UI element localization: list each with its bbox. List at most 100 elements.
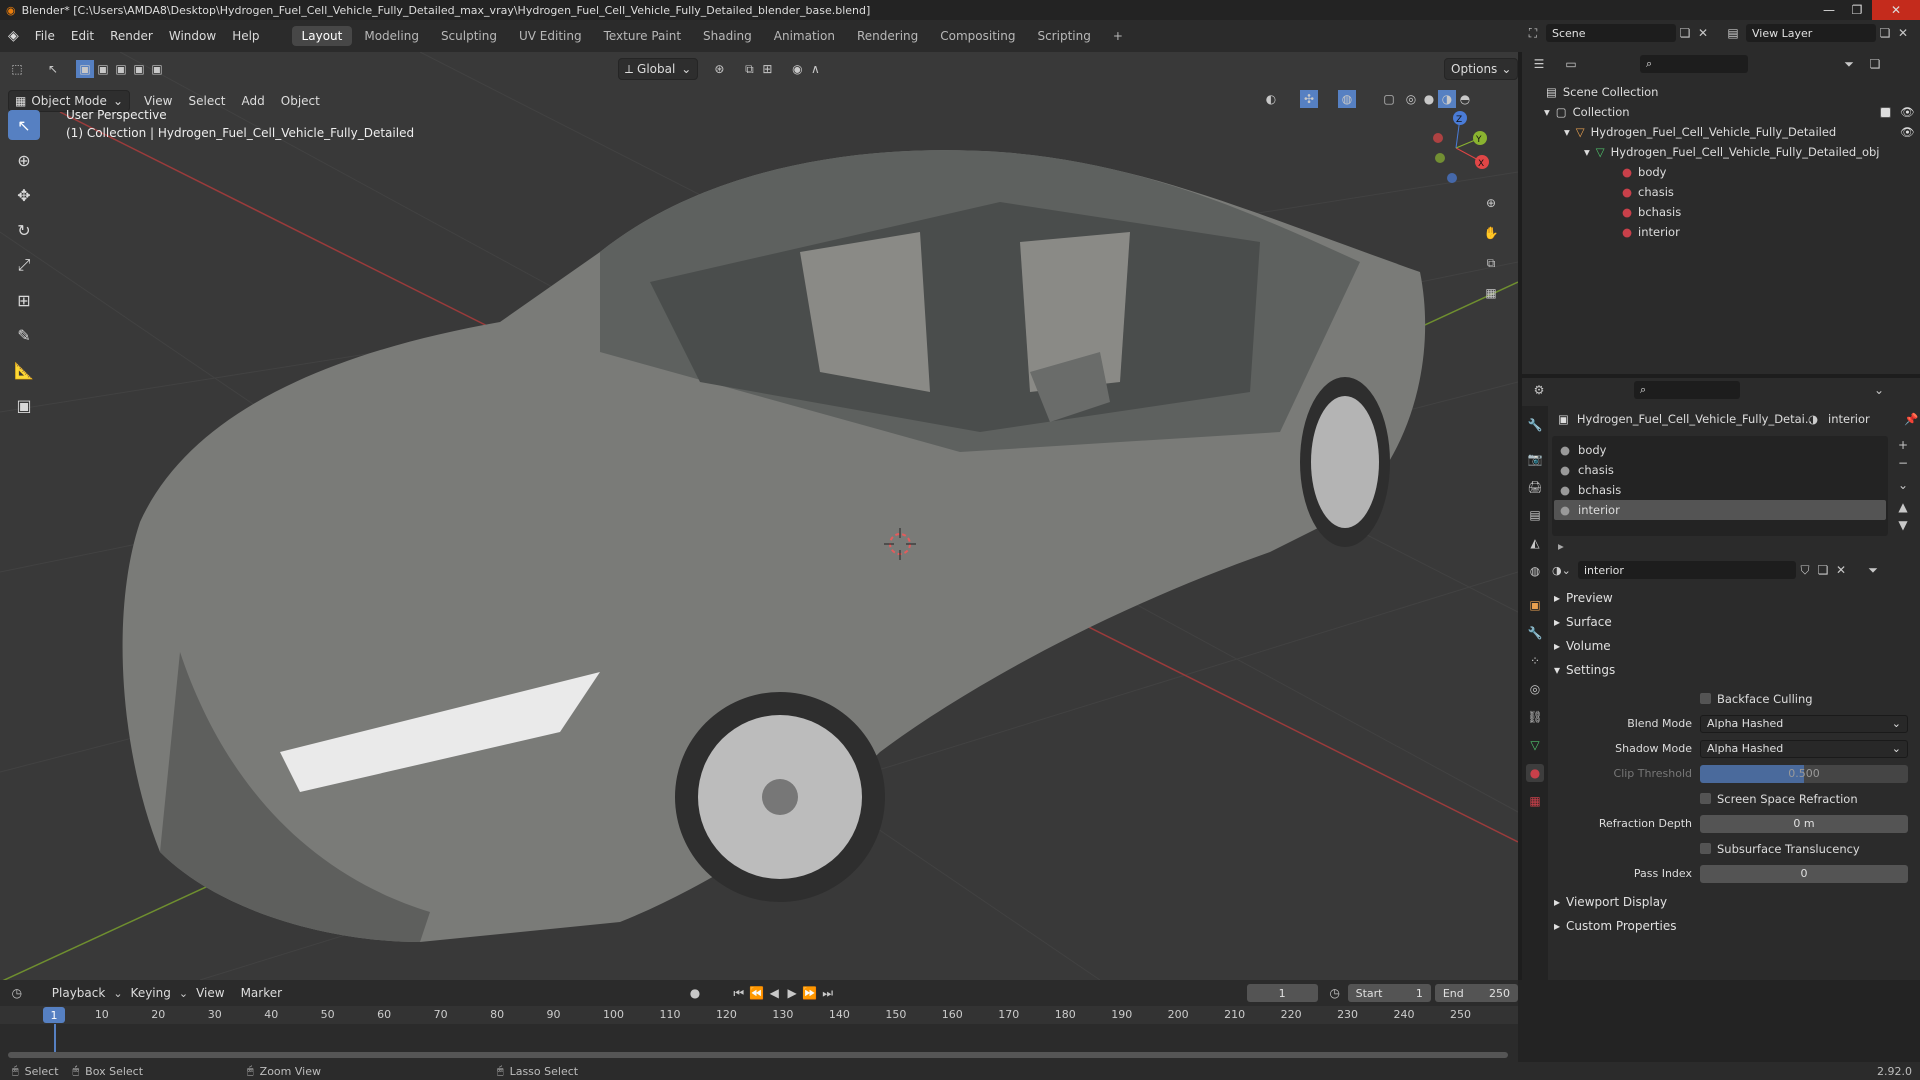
menu-edit[interactable]: Edit [63,29,102,43]
outliner-collection[interactable]: ▾ ▢ Collection 👁 [1522,102,1920,122]
section-custom-properties[interactable]: ▸ Custom Properties [1552,914,1920,938]
texture-tab-icon[interactable]: ▦ [1526,792,1544,810]
new-collection-icon[interactable]: ❏ [1866,55,1884,73]
tab-shading[interactable]: Shading [693,26,762,46]
transform-tool-icon[interactable]: ⊞ [8,285,40,315]
move-tool-icon[interactable]: ✥ [8,180,40,210]
tool-tab-icon[interactable]: 🔧 [1526,416,1544,434]
measure-tool-icon[interactable]: 📐 [8,355,40,385]
preview-range-clock-icon[interactable]: ◷ [1326,984,1344,1002]
add-slot-icon[interactable]: + [1894,436,1912,454]
outliner-material-item[interactable]: ● body [1522,162,1920,182]
jump-keyframe-back-icon[interactable]: ⏪ [748,984,766,1002]
menu-help[interactable]: Help [224,29,267,43]
material-slot[interactable]: ● body [1554,440,1886,460]
section-volume[interactable]: ▸ Volume [1552,634,1920,658]
expand-arrow-icon[interactable]: ▾ [1544,105,1550,119]
view-layer-tab-icon[interactable]: ▤ [1526,506,1544,524]
shadow-mode-dropdown[interactable]: Alpha Hashed ⌄ [1700,739,1908,758]
outliner-material-item[interactable]: ● interior [1522,222,1920,242]
material-slot[interactable]: ● bchasis [1554,480,1886,500]
backface-culling-checkbox[interactable] [1700,693,1711,704]
material-browse-icon[interactable]: ◑⌄ [1552,564,1578,577]
pan-hand-icon[interactable]: ✋ [1482,224,1500,242]
xray-icon[interactable]: ▢ [1380,90,1398,108]
ortho-grid-icon[interactable]: ▦ [1482,284,1500,302]
view-layer-selector[interactable]: ▤ View Layer ❏ ✕ [1724,24,1912,42]
material-slot[interactable]: ● chasis [1554,460,1886,480]
expand-arrow-icon[interactable]: ▾ [1564,125,1570,139]
outliner-material-item[interactable]: ● bchasis [1522,202,1920,222]
unlink-material-icon[interactable]: ✕ [1832,561,1850,579]
particles-tab-icon[interactable]: ⁘ [1526,652,1544,670]
pin-icon[interactable]: 📌 [1904,412,1918,426]
select-mode-extend-icon[interactable]: ▣ [94,60,112,78]
zoom-icon[interactable]: ⊕ [1482,194,1500,212]
tab-uv-editing[interactable]: UV Editing [509,26,592,46]
3d-viewport[interactable]: ⬚ ↖ ▣ ▣ ▣ ▣ ▣ ⟂ Global ⌄ ⊛ ⧉ ⊞ ◉ ∧ Optio… [0,52,1518,980]
slot-specials-icon[interactable]: ⌄ [1894,476,1912,494]
gizmo-toggle-icon[interactable]: ✣ [1300,90,1318,108]
wireframe-shading-icon[interactable]: ◎ [1402,90,1420,108]
menu-object[interactable]: Object [273,94,328,108]
close-icon[interactable]: ✕ [1872,0,1920,20]
scene-field[interactable]: Scene [1546,24,1676,42]
solid-shading-icon[interactable]: ● [1420,90,1438,108]
pivot-icon[interactable]: ⊛ [710,60,728,78]
subsurface-translucency-checkbox[interactable] [1700,843,1711,854]
current-frame-field[interactable]: 1 [1246,984,1318,1002]
menu-keying[interactable]: Keying [123,986,179,1000]
cursor-tool-icon[interactable]: ⊕ [8,145,40,175]
fake-user-shield-icon[interactable]: ⛉ [1796,561,1814,579]
material-slot-selected[interactable]: ● interior [1554,500,1886,520]
render-tab-icon[interactable]: 📷 [1526,450,1544,468]
tab-rendering[interactable]: Rendering [847,26,928,46]
annotate-tool-icon[interactable]: ✎ [8,320,40,350]
minimize-icon[interactable]: — [1816,0,1842,20]
select-mode-subtract-icon[interactable]: ▣ [112,60,130,78]
duplicate-material-icon[interactable]: ❏ [1814,561,1832,579]
outliner-search-input[interactable]: ⌕ [1640,55,1748,73]
outliner-scene-collection[interactable]: ▤ Scene Collection [1522,82,1920,102]
new-scene-icon[interactable]: ❏ [1676,24,1694,42]
modifier-tab-icon[interactable]: 🔧 [1526,624,1544,642]
menu-render[interactable]: Render [102,29,161,43]
menu-view[interactable]: View [136,94,180,108]
overlay-toggle-icon[interactable]: ◍ [1338,90,1356,108]
filter-icon[interactable]: ⏷ [1840,55,1858,73]
view-object-types-icon[interactable]: ◐ [1262,90,1280,108]
select-tool-icon[interactable]: ↖ [44,60,62,78]
navigation-gizmo[interactable]: X Y Z [1418,110,1494,186]
proportional-edit-icon[interactable]: ◉ [788,60,806,78]
options-dropdown[interactable]: Options ⌄ [1444,58,1518,80]
add-workspace-button[interactable]: + [1103,26,1133,46]
clip-threshold-slider[interactable]: 0.500 [1700,764,1908,783]
section-settings[interactable]: ▾ Settings [1552,658,1920,682]
panel-options-icon[interactable]: ⌄ [1870,381,1888,399]
section-surface[interactable]: ▸ Surface [1552,610,1920,634]
blender-menu-icon[interactable]: ◈ [8,28,19,44]
remove-slot-icon[interactable]: − [1894,454,1912,472]
outliner-object[interactable]: ▾ ▽ Hydrogen_Fuel_Cell_Vehicle_Fully_Deta… [1522,122,1920,142]
tab-scripting[interactable]: Scripting [1027,26,1100,46]
auto-keying-record-icon[interactable]: ● [686,984,704,1002]
snap-target-icon[interactable]: ⊞ [758,60,776,78]
menu-playback[interactable]: Playback [44,986,114,1000]
output-tab-icon[interactable]: 🖨 [1526,478,1544,496]
pass-index-field[interactable]: 0 [1700,864,1908,883]
select-box-tool-icon[interactable]: ↖ [8,110,40,140]
screen-space-refraction-checkbox[interactable] [1700,793,1711,804]
play-reverse-icon[interactable]: ◀ [765,984,783,1002]
menu-file[interactable]: File [27,29,63,43]
tab-texture-paint[interactable]: Texture Paint [594,26,691,46]
tab-animation[interactable]: Animation [764,26,845,46]
data-tab-icon[interactable]: ▽ [1526,736,1544,754]
tab-compositing[interactable]: Compositing [930,26,1025,46]
display-mode-icon[interactable]: ▭ [1562,55,1580,73]
add-cube-tool-icon[interactable]: ▣ [8,390,40,420]
end-frame-field[interactable]: End 250 [1434,984,1518,1002]
section-preview[interactable]: ▸ Preview [1552,586,1920,610]
menu-select[interactable]: Select [180,94,233,108]
editor-type-icon[interactable]: ⬚ [8,60,26,78]
outliner-editor-type-icon[interactable]: ☰ [1530,55,1548,73]
